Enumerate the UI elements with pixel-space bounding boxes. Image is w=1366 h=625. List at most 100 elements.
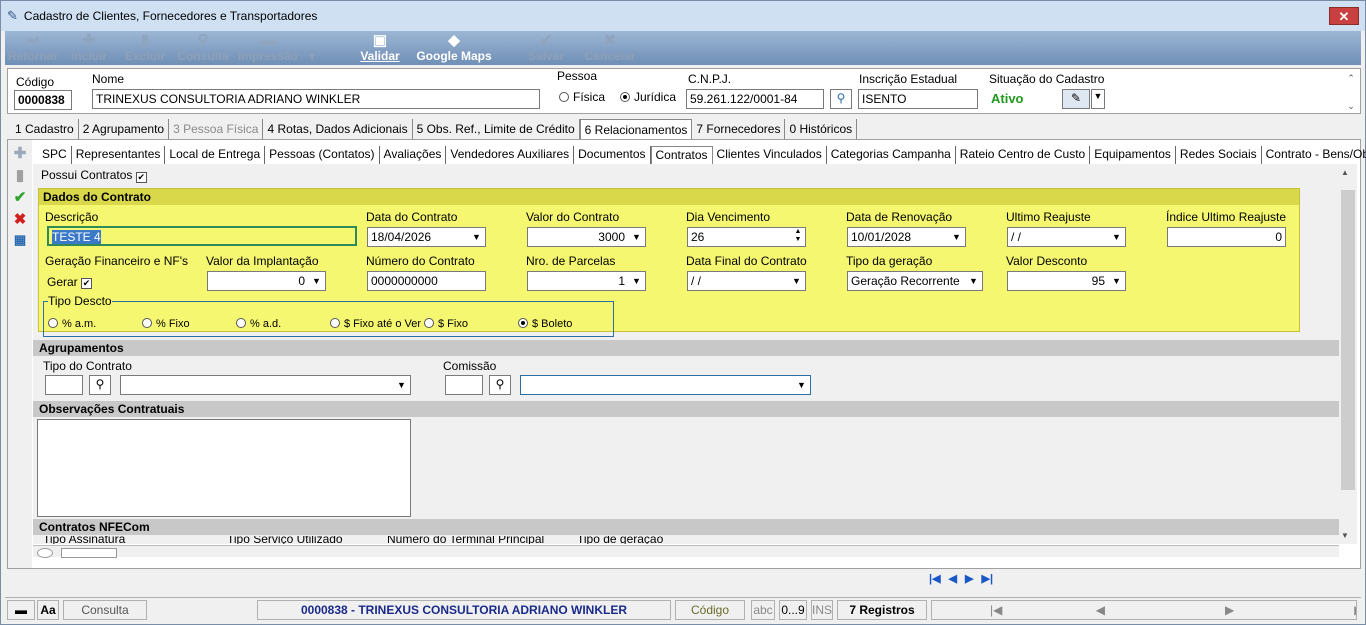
valor-desconto-field[interactable]: 95 ▼ [1007, 271, 1126, 291]
codigo-field[interactable]: 0000838 [14, 90, 72, 110]
toolbar-button-5[interactable]: ▾ [303, 31, 321, 65]
ultimo-reajuste-field[interactable]: / / ▼ [1007, 227, 1126, 247]
grid-icon[interactable]: ▦ [12, 232, 28, 248]
spin-icon[interactable]: ▲ ▼ [791, 228, 805, 246]
descricao-field[interactable]: TESTE 4 [47, 226, 357, 246]
keyboard-icon[interactable]: ▬ [7, 600, 35, 620]
parcelas-field[interactable]: 1 ▼ [527, 271, 646, 291]
scroll-down-icon[interactable]: ▼ [1341, 531, 1349, 540]
tab-sub-13[interactable]: Contrato - Bens/Obras [1262, 146, 1366, 164]
nav-button-1[interactable]: ◀ [949, 572, 957, 585]
filter-field[interactable] [61, 548, 117, 558]
chevron-down-icon[interactable]: ▼ [308, 272, 325, 290]
possui-contratos-checkbox[interactable]: ✔ [135, 172, 147, 183]
toolbar-button-4[interactable]: ▬ Impressão [233, 31, 303, 65]
toolbar-button-2[interactable]: ▮ Excluir [117, 31, 173, 65]
close-button[interactable]: ✕ [1329, 7, 1359, 25]
nav-button-0[interactable]: |◀ [929, 572, 941, 585]
comissao-search-button[interactable]: ⚲ [489, 375, 511, 395]
cancel-icon[interactable]: ✖ [12, 210, 28, 228]
scroll-thumb[interactable] [1341, 190, 1355, 490]
tab-sub-9[interactable]: Categorias Campanha [827, 146, 956, 164]
case-button[interactable]: Aa [37, 600, 59, 620]
tipo-descto-option-1[interactable]: % Fixo [142, 318, 190, 330]
tab-sub-0[interactable]: SPC [38, 146, 72, 164]
valor-implantacao-field[interactable]: 0 ▼ [207, 271, 326, 291]
tipo-contrato-search-button[interactable]: ⚲ [89, 375, 111, 395]
radio-juridica[interactable]: Jurídica [620, 90, 676, 104]
chevron-down-icon[interactable]: ▼ [793, 376, 810, 394]
delete-icon[interactable]: ▮ [12, 166, 28, 184]
tab-main-7[interactable]: 0 Históricos [785, 119, 858, 139]
tab-sub-7[interactable]: Contratos [650, 146, 713, 164]
filter-icon[interactable] [37, 548, 53, 558]
tipo-descto-option-3[interactable]: $ Fixo até o Ver [330, 318, 421, 330]
possui-contratos-row[interactable]: Possui Contratos ✔ [33, 164, 1342, 186]
vertical-scrollbar[interactable]: ▲ ▼ [1339, 164, 1357, 544]
tipo-geracao-select[interactable]: Geração Recorrente ▼ [847, 271, 983, 291]
toolbar-button-6[interactable]: ▣ Validar [345, 31, 415, 65]
tab-sub-1[interactable]: Representantes [72, 146, 166, 164]
chevron-down-icon[interactable]: ▼ [965, 272, 982, 290]
data-final-field[interactable]: / / ▼ [687, 271, 806, 291]
indice-field[interactable]: 0 [1167, 227, 1286, 247]
tab-main-6[interactable]: 7 Fornecedores [692, 119, 786, 139]
data-renovacao-field[interactable]: 10/01/2028 ▼ [847, 227, 966, 247]
tipo-descto-option-2[interactable]: % a.d. [236, 318, 281, 330]
toolbar-button-3[interactable]: ⚲ Consulta [173, 31, 233, 65]
horizontal-scrollbar[interactable] [33, 545, 1339, 558]
tab-main-3[interactable]: 4 Rotas, Dados Adicionais [263, 119, 413, 139]
observacoes-textarea[interactable] [37, 419, 411, 517]
tab-sub-6[interactable]: Documentos [574, 146, 651, 164]
data-contrato-field[interactable]: 18/04/2026 ▼ [367, 227, 486, 247]
tab-main-4[interactable]: 5 Obs. Ref., Limite de Crédito [413, 119, 580, 139]
tab-main-5[interactable]: 6 Relacionamentos [579, 119, 693, 139]
chevron-down-icon[interactable]: ▼ [628, 272, 645, 290]
numero-contrato-field[interactable]: 0000000000 [367, 271, 486, 291]
nav-button-3[interactable]: ▶| [981, 572, 993, 585]
chevron-down-icon[interactable]: ▼ [948, 228, 965, 246]
gerar-checkbox[interactable]: Gerar ✔ [47, 275, 93, 289]
tab-sub-11[interactable]: Equipamentos [1090, 146, 1176, 164]
tipo-contrato-select[interactable]: ▼ [120, 375, 411, 395]
chevron-down-icon[interactable]: ▼ [628, 228, 645, 246]
tab-main-1[interactable]: 2 Agrupamento [79, 119, 170, 139]
tab-sub-10[interactable]: Rateio Centro de Custo [956, 146, 1091, 164]
order-status[interactable]: Código [675, 600, 745, 620]
tab-sub-5[interactable]: Vendedores Auxiliares [446, 146, 575, 164]
tab-main-0[interactable]: 1 Cadastro [11, 119, 79, 139]
tipo-contrato-code[interactable] [45, 375, 83, 395]
tipo-descto-option-4[interactable]: $ Fixo [424, 318, 468, 330]
tipo-descto-option-0[interactable]: % a.m. [48, 318, 96, 330]
header-scroll[interactable]: ⌃ ⌄ [1344, 71, 1358, 111]
tab-sub-4[interactable]: Avaliações [380, 146, 447, 164]
toolbar-button-0[interactable]: ↩ Retornar [5, 31, 61, 65]
nav-button-2[interactable]: ▶ [965, 572, 973, 585]
comissao-select[interactable]: ▼ [520, 375, 811, 395]
chevron-down-icon[interactable]: ▼ [1108, 272, 1125, 290]
cnpj-search-button[interactable]: ⚲ [830, 89, 852, 109]
chevron-down-icon[interactable]: ▼ [468, 228, 485, 246]
toolbar-button-7[interactable]: ◆ Google Maps [415, 31, 493, 65]
tab-sub-8[interactable]: Clientes Vinculados [713, 146, 827, 164]
comissao-code[interactable] [445, 375, 483, 395]
add-icon[interactable]: ✚ [12, 144, 28, 162]
ie-field[interactable]: ISENTO [858, 89, 978, 109]
tab-sub-2[interactable]: Local de Entrega [165, 146, 266, 164]
toolbar-button-1[interactable]: ✚ Incluir [61, 31, 117, 65]
cnpj-field[interactable]: 59.261.122/0001-84 [686, 89, 824, 109]
radio-fisica[interactable]: Física [559, 90, 605, 104]
tab-sub-12[interactable]: Redes Sociais [1176, 146, 1262, 164]
chevron-down-icon[interactable]: ▼ [393, 376, 410, 394]
chevron-down-icon[interactable]: ▼ [1108, 228, 1125, 246]
status-navigator[interactable]: |◀ ◀ ▶ ▶| [931, 600, 1357, 620]
tab-sub-3[interactable]: Pessoas (Contatos) [265, 146, 380, 164]
tab-main-2[interactable]: 3 Pessoa Física [169, 119, 264, 139]
nome-field[interactable]: TRINEXUS CONSULTORIA ADRIANO WINKLER [92, 89, 540, 109]
toolbar-button-9[interactable]: ✖ Cancelar [577, 31, 643, 65]
scroll-up-icon[interactable]: ▲ [1341, 168, 1349, 177]
check-icon[interactable]: ✔ [12, 188, 28, 206]
valor-contrato-field[interactable]: 3000 ▼ [527, 227, 646, 247]
tipo-descto-option-5[interactable]: $ Boleto [518, 318, 572, 330]
dia-vencimento-field[interactable]: 26 ▲ ▼ [687, 227, 806, 247]
